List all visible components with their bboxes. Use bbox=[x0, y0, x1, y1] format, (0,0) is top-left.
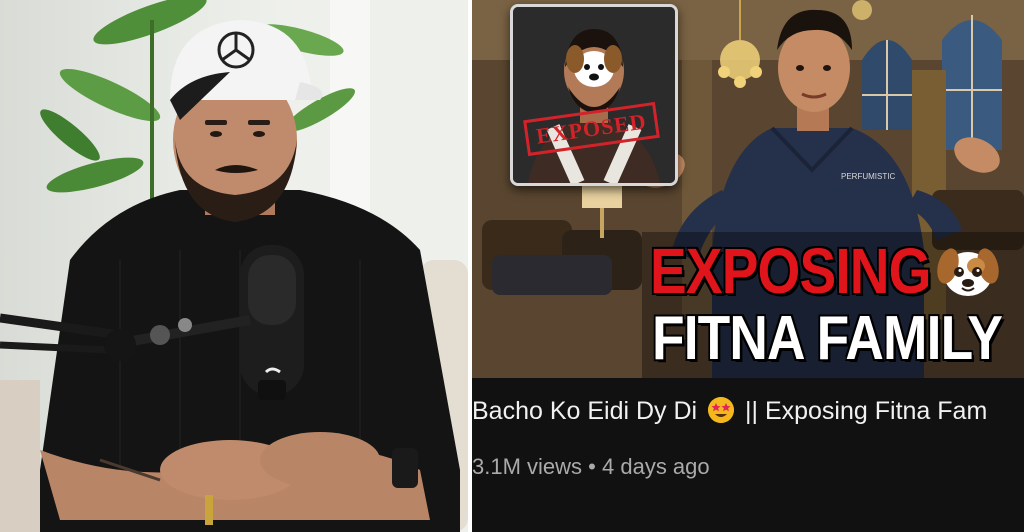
star-struck-emoji-icon bbox=[708, 397, 735, 423]
meta-separator: • bbox=[588, 454, 596, 479]
podcast-photo bbox=[0, 0, 468, 532]
video-card[interactable]: PERFUMISTIC EXPOSED EXPOSING FITNA FAMIL… bbox=[472, 0, 1024, 532]
upload-age: 4 days ago bbox=[602, 454, 710, 479]
view-count: 3.1M views bbox=[472, 454, 583, 479]
video-title[interactable]: Bacho Ko Eidi Dy Di || Exposing Fitna Fa… bbox=[472, 393, 1024, 429]
inset-person-image bbox=[513, 7, 675, 183]
exposed-inset-card: EXPOSED bbox=[510, 4, 678, 186]
video-title-part1: Bacho Ko Eidi Dy Di bbox=[472, 397, 698, 425]
video-title-part2: || Exposing Fitna Fam bbox=[745, 397, 988, 425]
video-meta: 3.1M views • 4 days ago bbox=[472, 452, 710, 482]
thumbnail-headline-line1: EXPOSING bbox=[650, 235, 931, 307]
puppy-emoji-icon bbox=[937, 248, 999, 296]
shirt-logo: PERFUMISTIC bbox=[841, 172, 895, 181]
podcast-guest-image bbox=[0, 0, 468, 532]
video-thumbnail[interactable]: PERFUMISTIC EXPOSED EXPOSING FITNA FAMIL… bbox=[472, 0, 1024, 378]
thumbnail-headline-line2: FITNA FAMILY bbox=[652, 304, 1003, 373]
